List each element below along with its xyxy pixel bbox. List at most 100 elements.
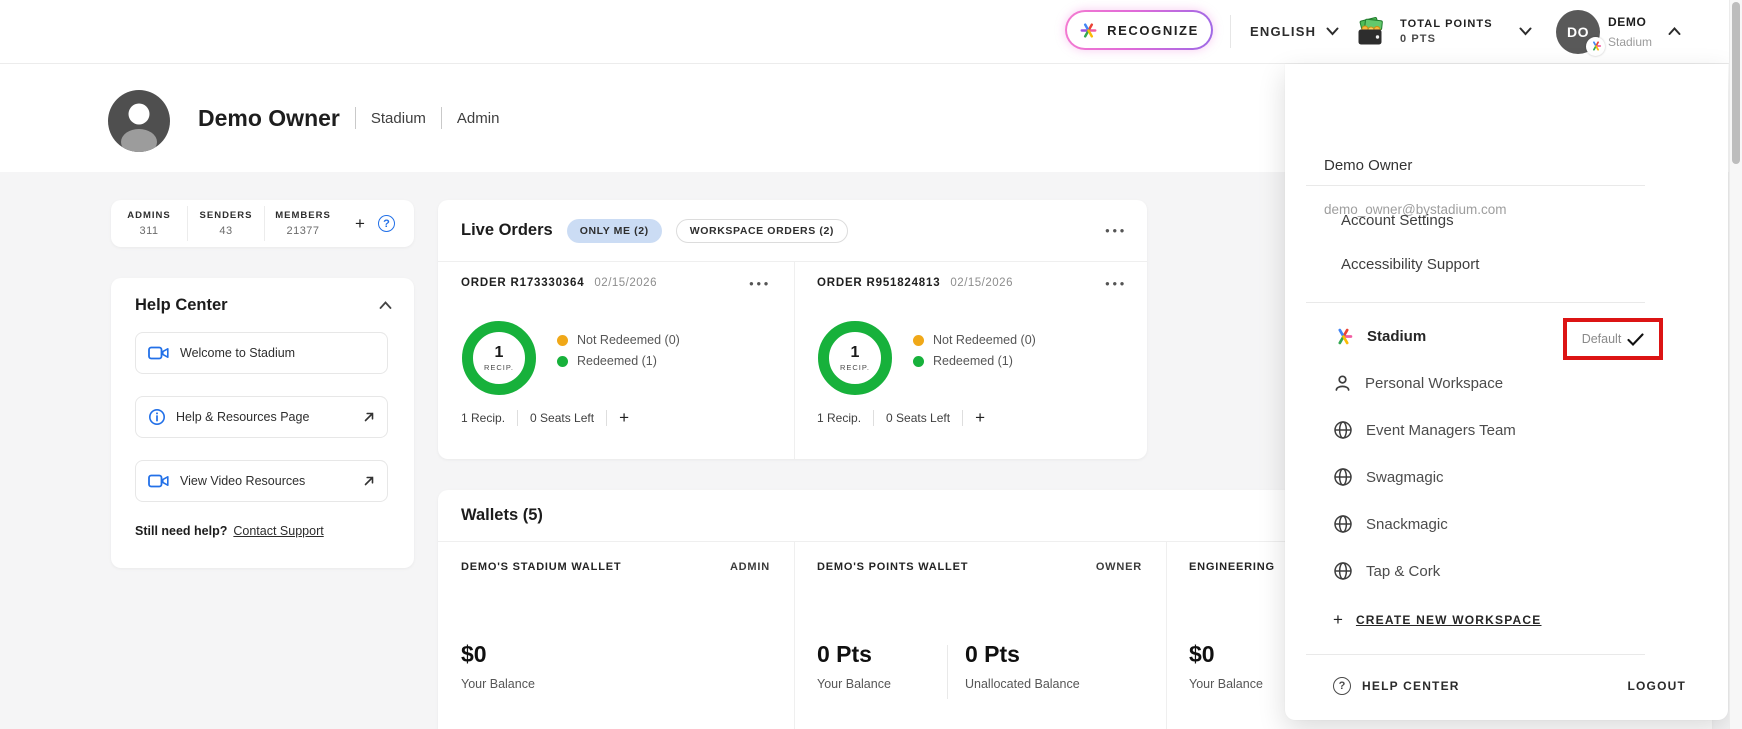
stat-label: MEMBERS: [265, 210, 341, 221]
video-camera-icon: [148, 473, 170, 489]
wallet-balance-label: Your Balance: [1189, 677, 1263, 691]
stadium-asterisk-icon: [1333, 326, 1354, 347]
accessibility-support-link[interactable]: Accessibility Support: [1341, 256, 1479, 273]
order-card: ORDER R173330364 02/15/2026 ●●● 1 RECIP.…: [438, 261, 793, 459]
order-id: ORDER R951824813: [817, 277, 940, 289]
wallet-balance: 0 Pts: [965, 641, 1080, 668]
workspace-item-event-managers[interactable]: Event Managers Team: [1333, 413, 1516, 447]
orange-dot-icon: [913, 335, 924, 346]
seats-left: 0 Seats Left: [530, 411, 594, 425]
add-members-button[interactable]: +: [355, 215, 365, 232]
workspace-subtitle: Stadium: [1608, 35, 1652, 49]
stat-value: 21377: [265, 225, 341, 237]
wallet-balance-label: Unallocated Balance: [965, 677, 1080, 691]
info-icon: [148, 408, 166, 426]
seats-left: 0 Seats Left: [886, 411, 950, 425]
total-points-menu[interactable]: TOTAL POINTS 0 PTS: [1356, 0, 1532, 63]
help-question-icon[interactable]: ?: [378, 215, 395, 232]
wallet-balance: $0: [461, 641, 535, 668]
help-question-icon: ?: [1333, 677, 1351, 695]
donut-unit: RECIP.: [484, 363, 514, 372]
orange-dot-icon: [557, 335, 568, 346]
checkmark-icon: [1627, 333, 1644, 346]
contact-support-link[interactable]: Contact Support: [233, 524, 323, 538]
topbar-divider: [1230, 15, 1231, 48]
help-center-card: Help Center Welcome to Stadium Help & Re…: [111, 278, 414, 568]
workspace-name: DEMO: [1608, 15, 1652, 29]
more-options-icon[interactable]: ●●●: [1105, 226, 1127, 235]
workspace-item-tap-and-cork[interactable]: Tap & Cork: [1333, 554, 1440, 588]
divider: [355, 107, 356, 129]
wallets-title: Wallets (5): [461, 506, 543, 525]
stadium-asterisk-badge-icon: [1586, 37, 1605, 56]
divider: [517, 410, 518, 426]
legend-redeemed: Redeemed (1): [913, 354, 1036, 368]
recip-summary: 1 Recip.: [461, 411, 505, 425]
add-seats-button[interactable]: +: [619, 409, 629, 426]
globe-icon: [1333, 420, 1353, 440]
workspace-item-snackmagic[interactable]: Snackmagic: [1333, 507, 1448, 541]
help-center-menu-button[interactable]: ? HELP CENTER: [1333, 677, 1460, 695]
chevron-down-icon: [1326, 27, 1339, 36]
stat-senders: SENDERS 43: [188, 206, 265, 241]
divider: [1306, 185, 1645, 186]
language-selector[interactable]: ENGLISH: [1250, 0, 1339, 63]
account-settings-link[interactable]: Account Settings: [1341, 212, 1454, 229]
help-item-videos[interactable]: View Video Resources: [135, 460, 388, 502]
donut-count: 1: [851, 345, 860, 361]
stat-value: 43: [188, 225, 264, 237]
logout-button[interactable]: LOGOUT: [1627, 679, 1686, 693]
workspace-label: Snackmagic: [1366, 516, 1448, 533]
redeemed-donut-chart: 1 RECIP.: [818, 321, 892, 395]
user-role: Admin: [457, 110, 500, 127]
wallet-name: DEMO'S POINTS WALLET: [817, 561, 968, 573]
add-seats-button[interactable]: +: [975, 409, 985, 426]
app-root: RECOGNIZE ENGLISH: [0, 0, 1742, 729]
filter-workspace-orders[interactable]: WORKSPACE ORDERS (2): [676, 219, 848, 243]
workspace-item-personal[interactable]: Personal Workspace: [1333, 366, 1503, 400]
green-dot-icon: [913, 356, 924, 367]
person-icon: [1333, 374, 1352, 393]
filter-only-me[interactable]: ONLY ME (2): [567, 219, 662, 243]
help-center-label: HELP CENTER: [1362, 679, 1460, 693]
live-orders-title: Live Orders: [461, 221, 553, 240]
user-avatar: [108, 90, 170, 152]
wallet-balance-label: Your Balance: [817, 677, 891, 691]
workspace-item-swagmagic[interactable]: Swagmagic: [1333, 460, 1444, 494]
default-badge: Default: [1582, 332, 1622, 346]
video-camera-icon: [148, 345, 170, 361]
order-more-options-icon[interactable]: ●●●: [749, 279, 771, 288]
divider: [1306, 302, 1645, 303]
green-dot-icon: [557, 356, 568, 367]
stat-members: MEMBERS 21377: [265, 206, 341, 241]
account-menu-button[interactable]: DO DEMO Stadium: [1556, 0, 1681, 63]
recognize-label: RECOGNIZE: [1107, 23, 1199, 38]
chevron-up-icon[interactable]: [379, 301, 392, 310]
page-title-user-name: Demo Owner: [198, 105, 340, 132]
create-new-workspace-button[interactable]: + CREATE NEW WORKSPACE: [1333, 611, 1542, 628]
wallet-points: DEMO'S POINTS WALLET OWNER 0 Pts Your Ba…: [794, 541, 1166, 729]
divider: [947, 645, 948, 699]
order-date: 02/15/2026: [950, 277, 1095, 289]
divider: [1306, 654, 1645, 655]
top-navbar: RECOGNIZE ENGLISH: [0, 0, 1742, 64]
order-date: 02/15/2026: [594, 277, 739, 289]
order-more-options-icon[interactable]: ●●●: [1105, 279, 1127, 288]
legend-redeemed: Redeemed (1): [557, 354, 680, 368]
wallet-role-badge: OWNER: [1096, 561, 1142, 573]
recognize-button[interactable]: RECOGNIZE: [1065, 10, 1213, 50]
plus-icon: +: [1333, 611, 1343, 628]
help-item-resources[interactable]: Help & Resources Page: [135, 396, 388, 438]
workspace-label: Stadium: [1367, 328, 1426, 345]
workspace-label: Event Managers Team: [1366, 422, 1516, 439]
workspace-item-stadium[interactable]: Stadium: [1333, 319, 1426, 353]
recip-summary: 1 Recip.: [817, 411, 861, 425]
globe-icon: [1333, 467, 1353, 487]
divider: [873, 410, 874, 426]
wallet-balance: $0: [1189, 641, 1263, 668]
donut-unit: RECIP.: [840, 363, 870, 372]
scrollbar-thumb[interactable]: [1732, 2, 1740, 164]
help-item-welcome[interactable]: Welcome to Stadium: [135, 332, 388, 374]
menu-user-name: Demo Owner: [1324, 157, 1412, 174]
user-org: Stadium: [371, 110, 426, 127]
